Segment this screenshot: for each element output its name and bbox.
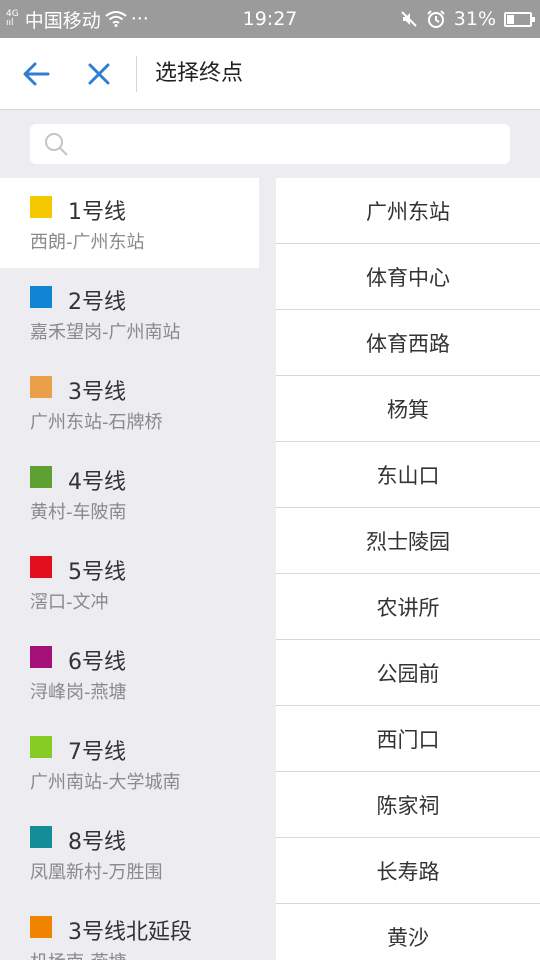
header-divider [136, 56, 137, 92]
status-right: 31% [400, 0, 535, 38]
line-route: 黄村-车陂南 [30, 502, 127, 523]
station-item[interactable]: 长寿路 [276, 838, 540, 904]
line-route: 广州东站-石牌桥 [30, 412, 163, 433]
line-route: 机场南-燕塘 [30, 948, 127, 960]
station-item[interactable]: 西门口 [276, 706, 540, 772]
station-item[interactable]: 烈士陵园 [276, 508, 540, 574]
battery-icon [504, 11, 535, 27]
line-name: 6号线 [68, 650, 126, 675]
station-item[interactable]: 体育中心 [276, 244, 540, 310]
search-field[interactable] [30, 124, 510, 164]
line-color-swatch [30, 736, 52, 758]
station-item[interactable]: 杨箕 [276, 376, 540, 442]
app-bar: 选择终点 [0, 38, 540, 110]
line-route: 广州南站-大学城南 [30, 772, 181, 793]
line-color-swatch [30, 466, 52, 488]
search-bar [0, 111, 540, 177]
station-item[interactable]: 东山口 [276, 442, 540, 508]
status-bar: 4G ııl 中国移动 ··· 19:27 31% [0, 0, 540, 38]
line-name: 8号线 [68, 830, 126, 855]
station-list: 广州东站 体育中心 体育西路 杨箕 东山口 烈士陵园 农讲所 公园前 西门口 陈家祠 长寿路 黄沙 [276, 178, 540, 960]
back-button[interactable] [16, 54, 56, 94]
line-item[interactable]: 6号线浔峰岗-燕塘 [0, 628, 259, 718]
close-button[interactable] [79, 54, 119, 94]
search-input[interactable] [74, 124, 494, 164]
line-name: 3号线 [68, 380, 126, 405]
line-name: 1号线 [68, 200, 126, 225]
station-item[interactable]: 广州东站 [276, 178, 540, 244]
station-item[interactable]: 陈家祠 [276, 772, 540, 838]
line-name: 3号线北延段 [68, 920, 192, 945]
line-color-swatch [30, 286, 52, 308]
line-name: 5号线 [68, 560, 126, 585]
mute-icon [401, 11, 417, 27]
line-color-swatch [30, 646, 52, 668]
line-item[interactable]: 4号线黄村-车陂南 [0, 448, 259, 538]
page-title: 选择终点 [155, 61, 244, 86]
line-name: 2号线 [68, 290, 126, 315]
station-item[interactable]: 公园前 [276, 640, 540, 706]
line-item[interactable]: 1号线西朗-广州东站 [0, 178, 259, 268]
line-item[interactable]: 3号线北延段机场南-燕塘 [0, 898, 259, 960]
line-item[interactable]: 3号线广州东站-石牌桥 [0, 358, 259, 448]
alarm-icon [427, 10, 445, 28]
battery-percent: 31% [453, 8, 496, 30]
station-item[interactable]: 体育西路 [276, 310, 540, 376]
line-list: 1号线 西朗-广州东站 2号线 嘉禾望岗-广州南站 3号线 广州东站-石牌桥 4号线 黄村-车… [0, 178, 259, 960]
line-color-swatch [30, 556, 52, 578]
line-name: 4号线 [68, 470, 126, 495]
line-item[interactable]: 7号线广州南站-大学城南 [0, 718, 259, 808]
line-color-swatch [30, 916, 52, 938]
line-route: 滘口-文冲 [30, 592, 109, 613]
line-route: 凤凰新村-万胜围 [30, 862, 163, 883]
line-color-swatch [30, 196, 52, 218]
line-route: 浔峰岗-燕塘 [30, 682, 127, 703]
line-item[interactable]: 5号线滘口-文冲 [0, 538, 259, 628]
station-item[interactable]: 黄沙 [276, 904, 540, 960]
station-item[interactable]: 农讲所 [276, 574, 540, 640]
line-color-swatch [30, 826, 52, 848]
close-icon [88, 63, 110, 85]
battery-level [507, 14, 514, 24]
line-item[interactable]: 8号线凤凰新村-万胜围 [0, 808, 259, 898]
line-color-swatch [30, 376, 52, 398]
line-name: 7号线 [68, 740, 126, 765]
back-arrow-icon [23, 62, 50, 86]
line-item[interactable]: 2号线嘉禾望岗-广州南站 [0, 268, 259, 358]
search-icon [45, 133, 68, 156]
line-route: 西朗-广州东站 [30, 232, 145, 253]
line-route: 嘉禾望岗-广州南站 [30, 322, 181, 343]
